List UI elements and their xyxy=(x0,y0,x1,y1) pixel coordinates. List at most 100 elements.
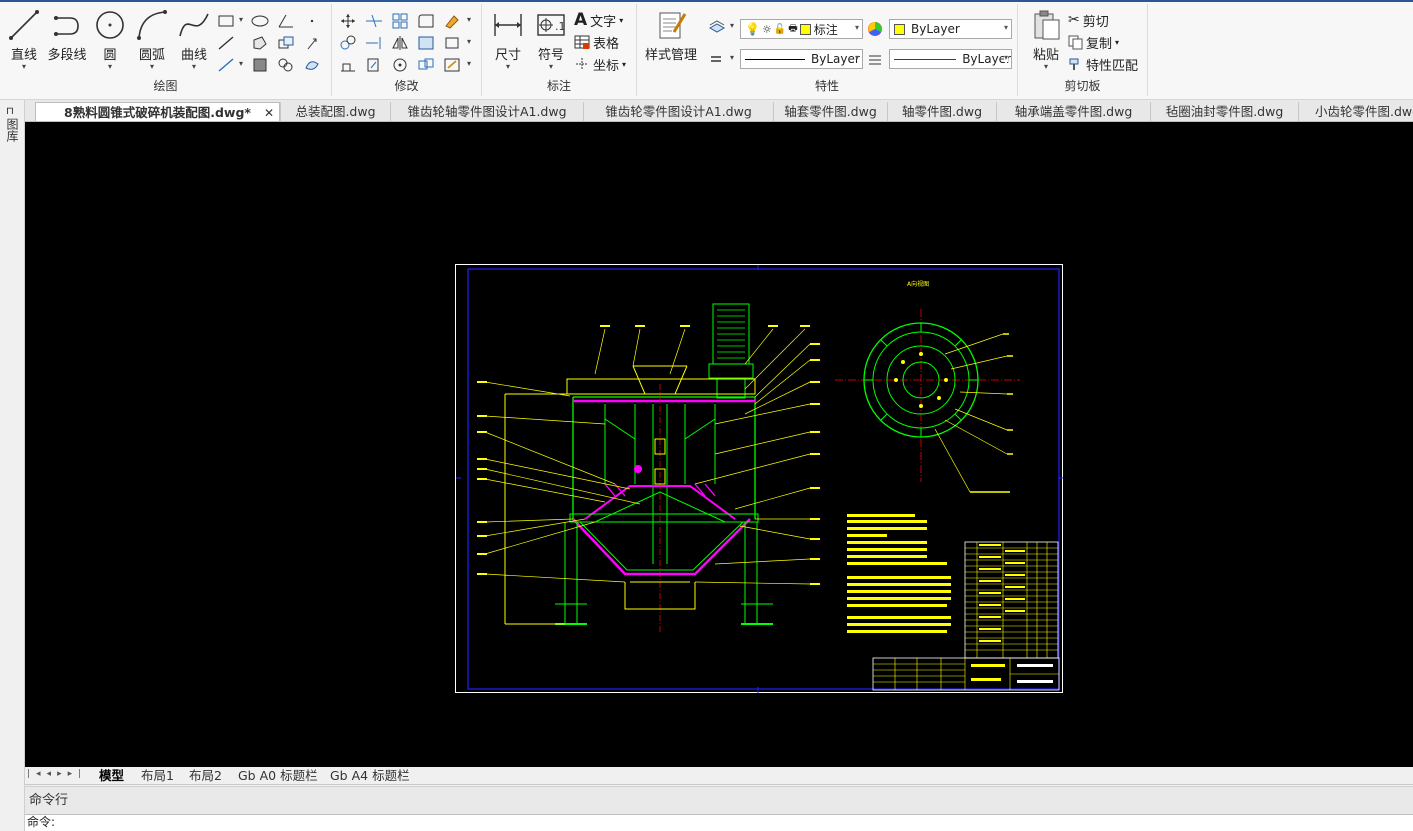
chevron-down-icon[interactable]: ▾ xyxy=(1026,63,1066,71)
block-icon[interactable] xyxy=(276,34,296,52)
trim-icon[interactable] xyxy=(364,12,384,30)
draw-group: 直线 ▾ 多段线 圆 ▾ 圆弧 ▾ 曲线 ▾ ▾ ▾ 绘图 xyxy=(0,4,332,96)
copy-object-icon[interactable] xyxy=(338,34,358,52)
chevron-down-icon[interactable]: ▾ xyxy=(90,63,130,71)
match-properties-label: 特性匹配 xyxy=(1086,58,1139,74)
scale-icon[interactable] xyxy=(364,56,384,74)
move-icon[interactable] xyxy=(338,12,358,30)
linetype-value: ByLayer xyxy=(811,52,860,66)
array-icon[interactable] xyxy=(390,12,410,30)
chevron-down-icon[interactable]: ▾ xyxy=(132,63,172,71)
chevron-down-icon[interactable]: ▾ xyxy=(488,63,528,71)
symbol-button[interactable]: .1 符号 ▾ xyxy=(532,8,570,72)
side-panel: ⊓ 图库 xyxy=(0,100,25,831)
line-button[interactable]: 直线 ▾ xyxy=(4,8,44,72)
chevron-down-icon[interactable]: ▾ xyxy=(467,37,471,46)
ribbon: 直线 ▾ 多段线 圆 ▾ 圆弧 ▾ 曲线 ▾ ▾ ▾ 绘图 ▾ ▾ ▾ 修改 尺… xyxy=(0,0,1413,100)
chevron-down-icon[interactable]: ▾ xyxy=(4,63,44,71)
pointer-icon[interactable] xyxy=(302,34,322,52)
text-label: 文字 xyxy=(590,14,617,30)
rotate-icon[interactable] xyxy=(390,56,410,74)
chevron-down-icon[interactable]: ▾ xyxy=(619,16,623,25)
curve-button[interactable]: 曲线 ▾ xyxy=(174,8,214,72)
table-label: 表格 xyxy=(593,36,620,52)
chevron-down-icon[interactable]: ▾ xyxy=(855,53,859,62)
wipeout-icon[interactable] xyxy=(302,56,322,74)
chevron-down-icon[interactable]: ▾ xyxy=(239,59,243,68)
symbol-icon: .1 xyxy=(537,14,566,36)
offset-icon[interactable] xyxy=(416,34,436,52)
ray-icon[interactable] xyxy=(216,56,236,74)
region-icon[interactable] xyxy=(250,34,270,52)
copy-button[interactable]: 复制 ▾ xyxy=(1068,32,1119,52)
chevron-down-icon[interactable]: ▾ xyxy=(532,63,570,71)
arc-button[interactable]: 圆弧 ▾ xyxy=(132,8,172,72)
fillet-icon[interactable] xyxy=(416,12,436,30)
chevron-down-icon[interactable]: ▾ xyxy=(622,60,626,69)
lineweight-combo[interactable]: ByLayer ▾ xyxy=(889,49,1012,69)
chevron-down-icon[interactable]: ▾ xyxy=(174,63,214,71)
properties-edit-icon[interactable] xyxy=(442,56,462,74)
paste-button[interactable]: 粘贴 ▾ xyxy=(1026,8,1066,72)
chevron-down-icon[interactable]: ▾ xyxy=(1003,53,1008,62)
doc-tab-0[interactable]: 8熟料圆锥式破碎机装配图.dwg* ✕ xyxy=(35,102,280,121)
layer-combo[interactable]: 💡 ☼ 🔓 🖶 标注 ▾ xyxy=(740,19,863,39)
stretch-icon[interactable] xyxy=(338,56,358,74)
lineweight-icon[interactable] xyxy=(865,51,885,69)
layout-tab-layout2[interactable]: 布局2 xyxy=(189,767,222,785)
doc-tab-3[interactable]: 锥齿轮零件图设计A1.dwg xyxy=(583,102,773,121)
boundary-icon[interactable] xyxy=(276,56,296,74)
match-properties-button[interactable]: 特性匹配 xyxy=(1068,54,1138,74)
pin-icon[interactable]: ⊓ xyxy=(6,106,14,117)
cut-button[interactable]: ✂ 剪切 xyxy=(1068,10,1109,30)
circle-button[interactable]: 圆 ▾ xyxy=(90,8,130,72)
text-button[interactable]: A 文字 ▾ xyxy=(574,10,623,30)
polyline-button[interactable]: 多段线 xyxy=(46,8,88,72)
library-tab[interactable]: 图库 xyxy=(3,118,21,164)
dimension-button[interactable]: 尺寸 ▾ xyxy=(488,8,528,72)
doc-tab-5[interactable]: 轴零件图.dwg xyxy=(887,102,996,121)
drawing-canvas[interactable]: A向视图 xyxy=(25,122,1413,767)
explode-icon[interactable] xyxy=(442,34,462,52)
erase-icon[interactable] xyxy=(442,12,462,30)
construction-line-icon[interactable] xyxy=(216,34,236,52)
layout-tab-gb-a0[interactable]: Gb A0 标题栏 xyxy=(238,767,318,785)
doc-tab-8[interactable]: 小齿轮零件图.dwg xyxy=(1298,102,1413,121)
ellipse-icon[interactable] xyxy=(250,12,270,30)
coordinate-button[interactable]: 坐标 ▾ xyxy=(574,54,626,74)
color-wheel-icon[interactable] xyxy=(865,20,885,38)
close-icon[interactable]: ✕ xyxy=(264,103,274,121)
linetype-list-icon[interactable] xyxy=(707,50,727,68)
extend-icon[interactable] xyxy=(364,34,384,52)
chevron-down-icon[interactable]: ▾ xyxy=(730,53,734,62)
chevron-down-icon[interactable]: ▾ xyxy=(467,59,471,68)
chevron-down-icon[interactable]: ▾ xyxy=(855,23,859,32)
layout-nav-arrows-icon[interactable]: |◂◂▸▸| xyxy=(27,769,87,779)
chevron-down-icon[interactable]: ▾ xyxy=(239,15,243,24)
break-icon[interactable] xyxy=(416,56,436,74)
chevron-down-icon[interactable]: ▾ xyxy=(467,15,471,24)
layer-manager-icon[interactable] xyxy=(707,18,727,36)
chevron-down-icon[interactable]: ▾ xyxy=(1115,38,1119,47)
doc-tab-7[interactable]: 毡圈油封零件图.dwg xyxy=(1150,102,1298,121)
command-input[interactable]: 命令: xyxy=(25,814,1413,831)
doc-tab-2[interactable]: 锥齿轮轴零件图设计A1.dwg xyxy=(390,102,583,121)
linetype-combo[interactable]: ByLayer ▾ xyxy=(740,49,863,69)
layout-tab-layout1[interactable]: 布局1 xyxy=(141,767,174,785)
angle-icon[interactable] xyxy=(276,12,296,30)
doc-tab-4[interactable]: 轴套零件图.dwg xyxy=(773,102,887,121)
doc-tab-6[interactable]: 轴承端盖零件图.dwg xyxy=(996,102,1150,121)
style-manager-button[interactable]: 样式管理 xyxy=(643,8,699,72)
rectangle-icon[interactable] xyxy=(216,12,236,30)
layout-tab-model[interactable]: 模型 xyxy=(99,767,124,785)
color-combo[interactable]: ByLayer ▾ xyxy=(889,19,1012,39)
layout-tab-gb-a4[interactable]: Gb A4 标题栏 xyxy=(330,767,410,785)
hatch-icon[interactable] xyxy=(250,56,270,74)
table-button[interactable]: 表格 xyxy=(574,32,619,52)
point-icon[interactable] xyxy=(302,12,322,30)
chevron-down-icon[interactable]: ▾ xyxy=(1004,23,1008,32)
printer-icon: 🖶 xyxy=(788,22,798,34)
chevron-down-icon[interactable]: ▾ xyxy=(730,21,734,30)
mirror-icon[interactable] xyxy=(390,34,410,52)
doc-tab-1[interactable]: 总装配图.dwg xyxy=(280,102,390,121)
